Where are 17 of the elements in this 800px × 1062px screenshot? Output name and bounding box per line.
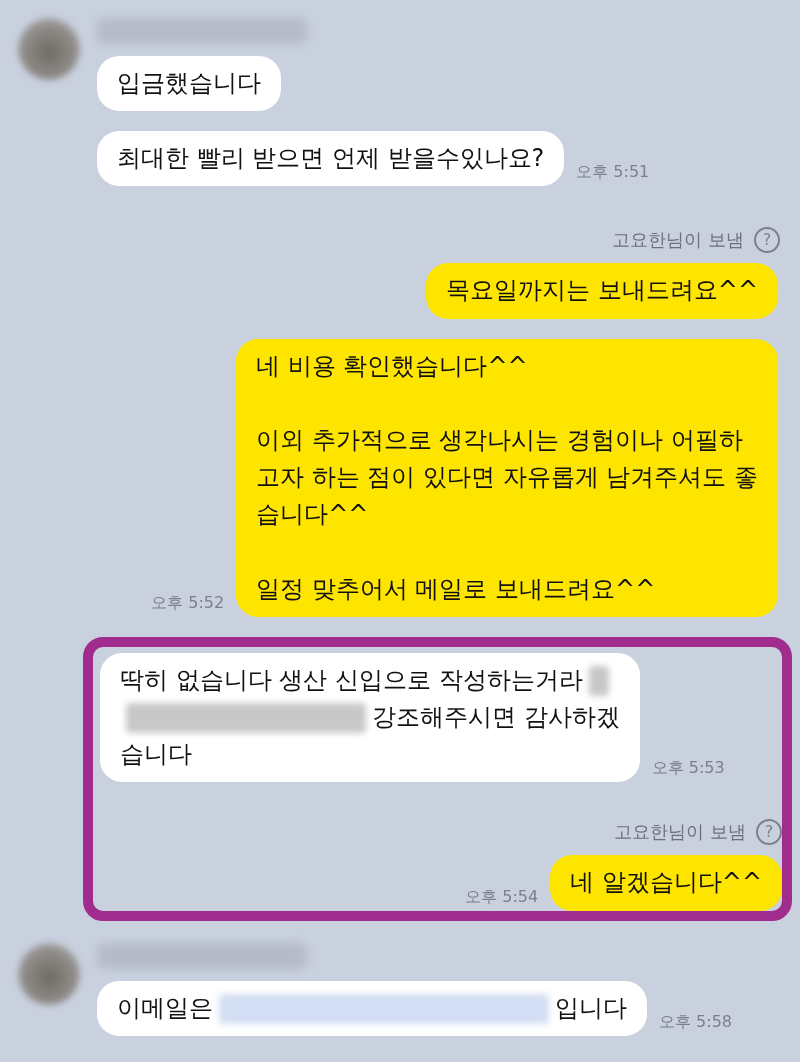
sender-note: 고요한님이 보냄 — [614, 820, 746, 845]
timestamp: 오후 5:54 — [465, 885, 539, 908]
message-bubble: 네 비용 확인했습니다^^ 이외 추가적으로 생각나시는 경험이나 어필하 고자 하는 점이 있다면 자유롭게 남겨주셔도 좋 습니다^^ 일정 맞추어서 메일로 보내드려요^^ — [236, 338, 778, 617]
message-bubble: 입금했습니다 — [97, 56, 281, 112]
sender-note: 고요한님이 보냄 — [612, 228, 744, 253]
message-bubble: 딱히 없습니다 생산 신입으로 작성하는거라 강조해주시면 감사하겠 습니다 — [100, 652, 640, 783]
help-icon[interactable]: ? — [754, 226, 780, 253]
timestamp: 오후 5:51 — [576, 161, 650, 184]
message-bubble: 최대한 빨리 받으면 언제 받을수있나요? — [97, 131, 565, 187]
redacted-text — [588, 665, 609, 696]
help-icon[interactable]: ? — [756, 818, 782, 845]
timestamp: 오후 5:53 — [651, 757, 725, 780]
message-bubble: 네 알겠습니다^^ — [550, 855, 782, 911]
timestamp: 오후 5:58 — [659, 1010, 732, 1033]
message-bubble: 이메일은 입니다 — [97, 980, 647, 1036]
message-bubble: 목요일까지는 보내드려요^^ — [426, 263, 778, 319]
timestamp: 오후 5:52 — [151, 591, 225, 614]
